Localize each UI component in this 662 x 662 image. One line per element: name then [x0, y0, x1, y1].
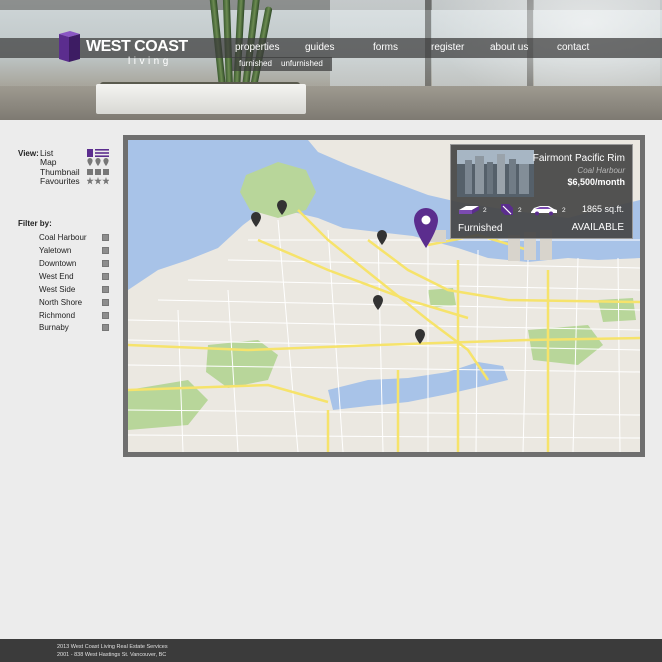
listing-furnishing: Furnished — [458, 223, 503, 234]
footer-copyright: 2013 West Coast Living Real Estate Servi… — [57, 644, 168, 650]
nav-forms[interactable]: forms — [373, 42, 398, 53]
star-icon[interactable] — [87, 177, 109, 185]
listing-beds: 2 — [483, 207, 487, 214]
listing-price: $6,500/month — [567, 177, 625, 187]
filter-coal-harbour[interactable]: Coal Harbour — [39, 233, 87, 242]
subnav-furnished[interactable]: furnished — [239, 59, 272, 68]
filter-richmond[interactable]: Richmond — [39, 311, 75, 320]
listing-card[interactable]: Fairmont Pacific Rim Coal Harbour $6,500… — [450, 144, 633, 239]
car-icon — [531, 206, 557, 216]
listing-baths: 2 — [518, 207, 522, 214]
footer-address: 2001 - 838 West Hastings St. Vancouver, … — [57, 652, 167, 658]
bed-icon — [459, 206, 479, 214]
listing-parking: 2 — [562, 207, 566, 214]
filter-checkbox[interactable] — [102, 260, 109, 267]
footer: 2013 West Coast Living Real Estate Servi… — [0, 639, 662, 662]
filter-checkbox[interactable] — [102, 286, 109, 293]
filter-checkbox[interactable] — [102, 324, 109, 331]
filter-checkbox[interactable] — [102, 299, 109, 306]
nav-contact[interactable]: contact — [557, 42, 589, 53]
view-option-favourites[interactable]: Favourites — [40, 176, 80, 186]
logo-tagline: living — [128, 56, 172, 67]
filter-burnaby[interactable]: Burnaby — [39, 323, 69, 332]
nav-properties[interactable]: properties — [235, 42, 279, 53]
filter-west-end[interactable]: West End — [39, 272, 74, 281]
filter-label: Filter by: — [18, 219, 52, 228]
filter-checkbox[interactable] — [102, 273, 109, 280]
view-label: View: — [18, 149, 39, 158]
nav-guides[interactable]: guides — [305, 42, 334, 53]
bath-icon — [501, 204, 513, 215]
list-icon[interactable] — [87, 149, 109, 157]
filter-north-shore[interactable]: North Shore — [39, 298, 82, 307]
thumbnail-icon[interactable] — [87, 168, 109, 176]
hero-planter — [96, 84, 306, 114]
filter-downtown[interactable]: Downtown — [39, 259, 76, 268]
filter-checkbox[interactable] — [102, 247, 109, 254]
listing-neighbourhood: Coal Harbour — [577, 166, 625, 175]
logo-wordmark[interactable]: WEST COAST — [86, 38, 188, 56]
nav-about-us[interactable]: about us — [490, 42, 528, 53]
filter-yaletown[interactable]: Yaletown — [39, 246, 71, 255]
listing-photo[interactable] — [457, 150, 534, 197]
listing-area: 1865 sq.ft. — [581, 204, 624, 214]
nav-register[interactable]: register — [431, 42, 464, 53]
filter-checkbox[interactable] — [102, 312, 109, 319]
filter-checkbox[interactable] — [102, 234, 109, 241]
logo-cube-icon[interactable] — [56, 28, 82, 64]
listing-status: AVAILABLE — [571, 222, 624, 233]
view-option-map[interactable]: Map — [40, 157, 57, 167]
filter-west-side[interactable]: West Side — [39, 285, 75, 294]
map-pin-icon[interactable] — [87, 158, 109, 166]
listing-title[interactable]: Fairmont Pacific Rim — [533, 153, 625, 164]
subnav-unfurnished[interactable]: unfurnished — [281, 59, 323, 68]
